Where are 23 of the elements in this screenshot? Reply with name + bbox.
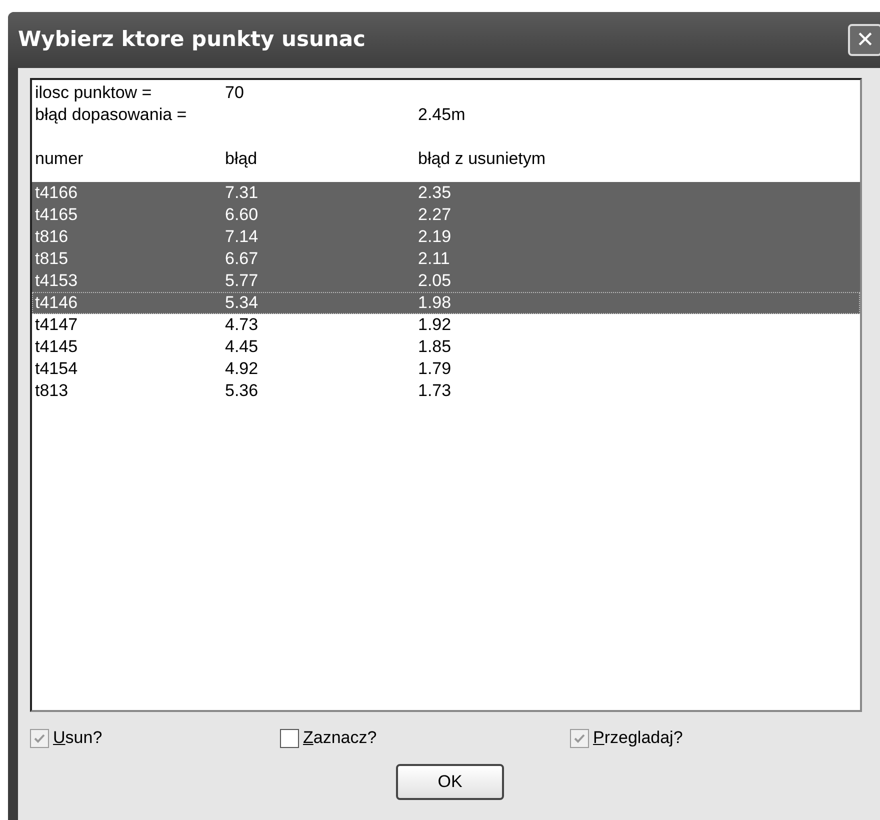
- checkmark-icon: [33, 732, 46, 744]
- checkbox-label: Usun?: [53, 727, 102, 750]
- summary-value: 2.45m: [418, 104, 466, 126]
- column-header: błąd: [225, 148, 258, 170]
- ok-button[interactable]: OK: [396, 764, 504, 800]
- list-row[interactable]: t4165 6.60 2.27: [32, 204, 860, 226]
- summary-label: ilosc punktow =: [35, 82, 153, 104]
- column-header: numer: [35, 148, 84, 170]
- summary-label: błąd dopasowania =: [35, 104, 188, 126]
- close-button[interactable]: ✕: [848, 24, 880, 56]
- column-header: błąd z usunietym: [418, 148, 547, 170]
- list-row[interactable]: t4146 5.34 1.98: [32, 292, 860, 314]
- list-row[interactable]: t4166 7.31 2.35: [32, 182, 860, 204]
- checkbox-label: Przegladaj?: [593, 727, 683, 750]
- list-row[interactable]: t816 7.14 2.19: [32, 226, 860, 248]
- list-row[interactable]: t815 6.67 2.11: [32, 248, 860, 270]
- window-title: Wybierz ktore punkty usunac: [18, 26, 366, 54]
- list-row[interactable]: t4153 5.77 2.05: [32, 270, 860, 292]
- checkmark-icon: [573, 732, 586, 744]
- results-list[interactable]: [30, 78, 862, 712]
- checkbox-label: Zaznacz?: [303, 727, 377, 750]
- checkbox[interactable]: [280, 728, 299, 748]
- summary-value: 70: [225, 82, 244, 104]
